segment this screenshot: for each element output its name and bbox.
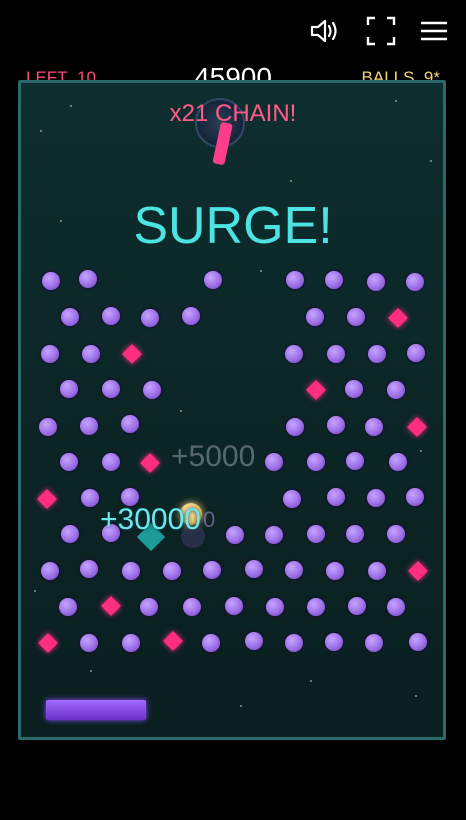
peg bbox=[325, 271, 343, 289]
peg bbox=[182, 307, 200, 325]
peg bbox=[60, 380, 78, 398]
peg bbox=[121, 415, 139, 433]
speaker-icon bbox=[310, 19, 337, 43]
score-popup: +30000 bbox=[100, 503, 201, 536]
fullscreen-button[interactable] bbox=[364, 14, 398, 48]
peg bbox=[285, 345, 303, 363]
peg bbox=[102, 453, 120, 471]
peg bbox=[367, 489, 385, 507]
chain-popup: x21 CHAIN! bbox=[169, 100, 297, 127]
peg bbox=[307, 453, 325, 471]
peg bbox=[387, 525, 405, 543]
peg bbox=[326, 562, 344, 580]
peg bbox=[203, 561, 221, 579]
score-popup-trail: 0 bbox=[203, 507, 216, 532]
peg bbox=[347, 308, 365, 326]
peg bbox=[368, 562, 386, 580]
peg bbox=[183, 598, 201, 616]
peg bbox=[365, 418, 383, 436]
paddle[interactable] bbox=[46, 700, 146, 720]
peg bbox=[325, 633, 343, 651]
peg bbox=[346, 525, 364, 543]
peg bbox=[389, 453, 407, 471]
peg bbox=[202, 634, 220, 652]
peg bbox=[42, 272, 60, 290]
hamburger-menu-icon bbox=[421, 21, 447, 41]
peg bbox=[39, 418, 57, 436]
peg bbox=[365, 634, 383, 652]
peg bbox=[140, 598, 158, 616]
peg bbox=[143, 381, 161, 399]
peg bbox=[60, 453, 78, 471]
peg bbox=[102, 307, 120, 325]
peg bbox=[346, 452, 364, 470]
peg bbox=[81, 489, 99, 507]
peg bbox=[307, 598, 325, 616]
peg bbox=[245, 632, 263, 650]
peg bbox=[387, 598, 405, 616]
peg bbox=[245, 560, 263, 578]
peg bbox=[265, 526, 283, 544]
peg bbox=[367, 273, 385, 291]
peg bbox=[80, 560, 98, 578]
score-popup-faded: +5000 bbox=[171, 440, 256, 473]
peg bbox=[286, 418, 304, 436]
peg bbox=[283, 490, 301, 508]
peg bbox=[80, 634, 98, 652]
peg bbox=[285, 634, 303, 652]
peg bbox=[406, 488, 424, 506]
peg bbox=[59, 598, 77, 616]
fullscreen-icon bbox=[366, 16, 396, 46]
peg bbox=[327, 488, 345, 506]
peg bbox=[163, 562, 181, 580]
peg bbox=[286, 271, 304, 289]
peg bbox=[368, 345, 386, 363]
peg bbox=[348, 597, 366, 615]
peg bbox=[307, 525, 325, 543]
peg bbox=[79, 270, 97, 288]
peg bbox=[80, 417, 98, 435]
peg bbox=[141, 309, 159, 327]
menu-button[interactable] bbox=[418, 14, 452, 48]
peg bbox=[265, 453, 283, 471]
peg bbox=[327, 345, 345, 363]
peg bbox=[306, 308, 324, 326]
peg bbox=[122, 562, 140, 580]
peg bbox=[387, 381, 405, 399]
peg bbox=[285, 561, 303, 579]
peg bbox=[41, 562, 59, 580]
peg bbox=[406, 273, 424, 291]
peg bbox=[204, 271, 222, 289]
peg bbox=[226, 526, 244, 544]
sound-button[interactable] bbox=[308, 14, 342, 48]
peg bbox=[41, 345, 59, 363]
peg bbox=[61, 308, 79, 326]
peg bbox=[61, 525, 79, 543]
peg bbox=[225, 597, 243, 615]
peg bbox=[409, 633, 427, 651]
peg bbox=[345, 380, 363, 398]
peg bbox=[82, 345, 100, 363]
peg bbox=[102, 380, 120, 398]
peg bbox=[407, 344, 425, 362]
peg bbox=[327, 416, 345, 434]
peg bbox=[266, 598, 284, 616]
top-bar bbox=[0, 0, 466, 64]
peg bbox=[122, 634, 140, 652]
surge-popup: SURGE! bbox=[133, 197, 333, 255]
